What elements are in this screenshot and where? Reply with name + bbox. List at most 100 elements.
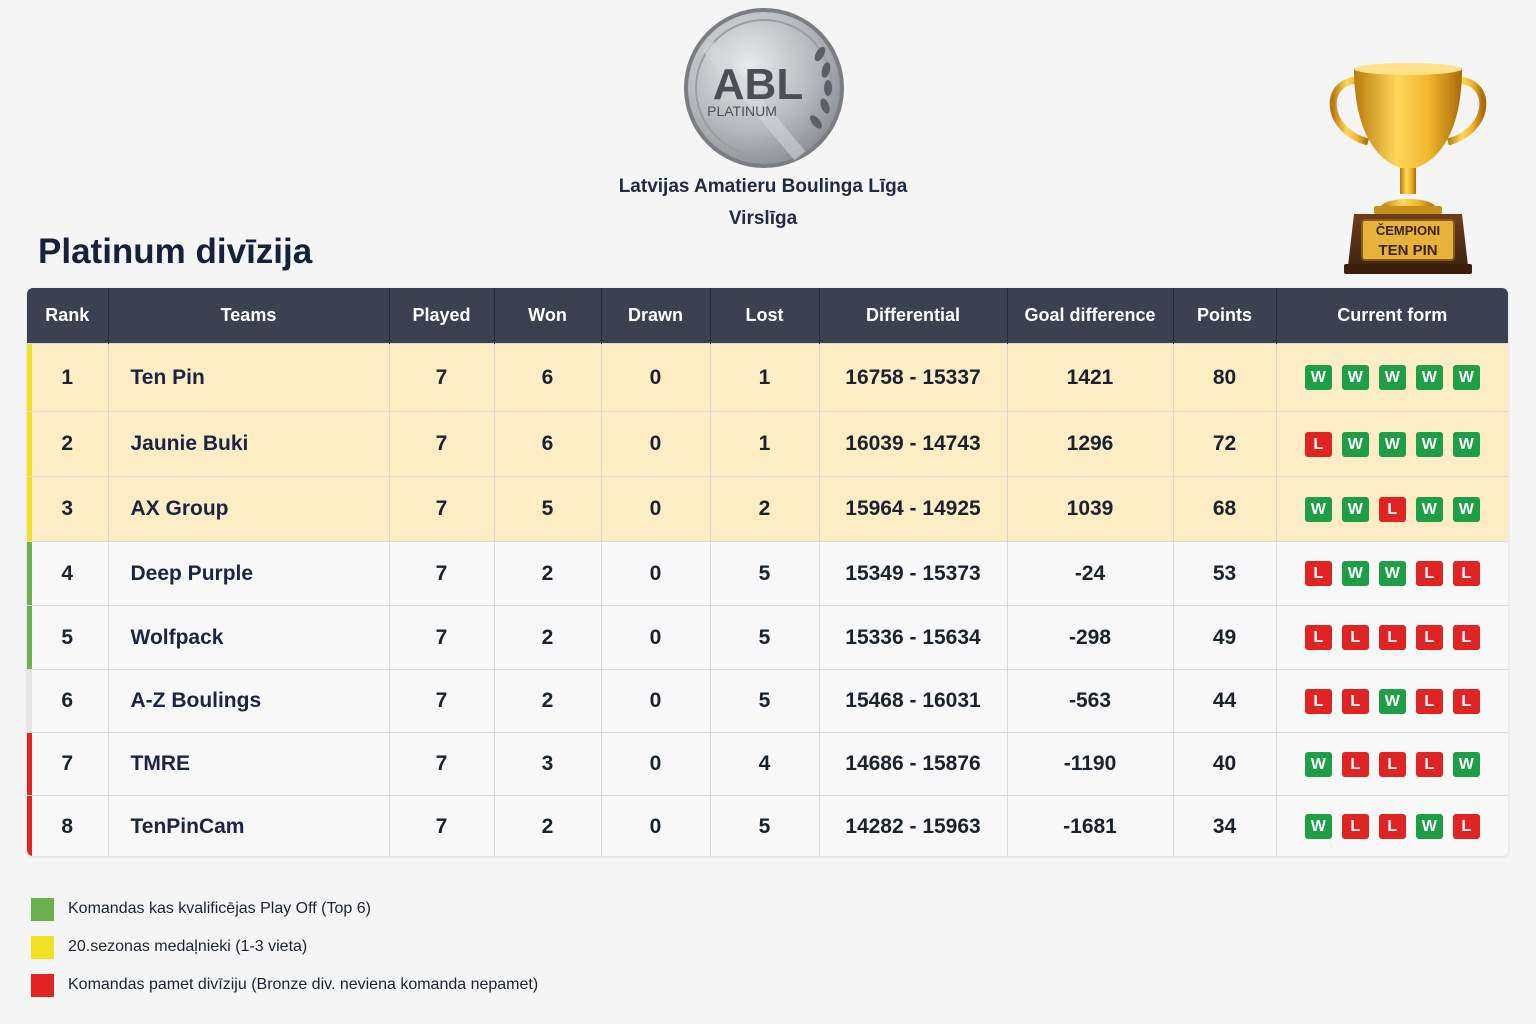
team-played: 7 [388,541,494,606]
team-current-form: LWWLL [1275,541,1508,606]
form-loss-badge: L [1378,751,1406,777]
team-current-form: WWLWW [1275,476,1508,542]
zone-indicator [27,796,32,856]
team-drawn: 0 [600,669,710,733]
rank-value: 7 [61,752,74,775]
form-win-badge: W [1341,496,1369,522]
table-header-row: Rank Teams Played Won Drawn Lost Differe… [27,288,1508,344]
page-title: Platinum divīzija [38,232,313,271]
form-win-badge: W [1452,365,1480,390]
team-lost: 1 [709,343,819,412]
form-loss-badge: L [1415,625,1443,650]
form-win-badge: W [1378,688,1406,714]
zone-indicator [27,606,32,669]
table-row[interactable]: 5 Wolfpack 7 2 0 5 15336 - 15634 -298 49 L L L L L [27,605,1508,670]
table-row[interactable]: 2 Jaunie Buki 7 6 0 1 16039 - 14743 1296 72 L W W W W [27,411,1508,477]
form-loss-badge: L [1415,688,1443,714]
table-row[interactable]: 6 A-Z Boulings 7 2 0 5 15468 - 16031 -563 44 L L W L… [27,669,1508,733]
logo-text: ABL [713,60,803,109]
team-drawn: 0 [600,541,710,606]
team-lost: 2 [709,476,819,542]
col-header-drawn[interactable]: Drawn [600,288,710,344]
table-row[interactable]: 7 TMRE 7 3 0 4 14686 - 15876 -1190 40 W L L L W [27,732,1508,796]
form-win-badge: W [1341,561,1369,586]
team-current-form: WLLLW [1275,732,1508,796]
team-drawn: 0 [600,343,710,412]
team-differential: 14282 - 15963 [818,795,1007,856]
form-win-badge: W [1304,814,1332,840]
team-played: 7 [388,411,494,477]
team-points: 72 [1172,411,1276,477]
col-header-differential[interactable]: Differential [818,288,1007,344]
col-header-rank[interactable]: Rank [27,288,108,344]
legend-swatch [31,897,54,921]
team-current-form: LWWWW [1275,411,1508,477]
form-win-badge: W [1415,814,1443,840]
team-won: 2 [493,669,601,733]
standings-table: Rank Teams Played Won Drawn Lost Differe… [27,288,1508,856]
team-points: 44 [1172,669,1276,733]
zone-indicator [27,412,32,476]
col-header-lost[interactable]: Lost [709,288,819,344]
team-points: 34 [1172,795,1276,856]
team-won: 3 [493,732,601,796]
form-win-badge: W [1304,365,1332,390]
team-differential: 15349 - 15373 [818,541,1007,606]
form-win-badge: W [1378,561,1406,586]
form-loss-badge: L [1415,751,1443,777]
team-points: 68 [1172,476,1276,542]
trophy-text-2: TEN PIN [1378,242,1437,259]
col-header-teams[interactable]: Teams [107,288,389,344]
form-win-badge: W [1415,496,1443,522]
team-won: 2 [493,795,601,856]
zone-indicator [27,542,32,605]
table-row[interactable]: 8 TenPinCam 7 2 0 5 14282 - 15963 -1681 34 W L L W L [27,795,1508,856]
legend-label: Komandas pamet divīziju (Bronze div. nev… [68,976,539,993]
team-name: TenPinCam [107,795,389,856]
form-win-badge: W [1415,431,1443,457]
col-header-played[interactable]: Played [388,288,494,344]
team-differential: 15964 - 14925 [818,476,1007,542]
team-lost: 5 [709,795,819,856]
team-current-form: LLWLL [1275,669,1508,733]
team-drawn: 0 [600,411,710,477]
col-header-current-form[interactable]: Current form [1275,288,1508,344]
col-header-points[interactable]: Points [1172,288,1276,344]
team-name: Jaunie Buki [107,411,389,477]
team-differential: 14686 - 15876 [818,732,1007,796]
team-differential: 16758 - 15337 [818,343,1007,412]
team-lost: 5 [709,605,819,670]
table-row[interactable]: 4 Deep Purple 7 2 0 5 15349 - 15373 -24 53 L W W L L [27,541,1508,606]
form-win-badge: W [1304,751,1332,777]
zone-indicator [27,477,32,541]
form-loss-badge: L [1304,688,1332,714]
form-loss-badge: L [1452,814,1480,840]
team-goal-difference: -563 [1006,669,1173,733]
team-played: 7 [388,343,494,412]
team-differential: 15468 - 16031 [818,669,1007,733]
league-name: Latvijas Amatieru Boulinga Līga [618,176,908,197]
team-name: AX Group [107,476,389,542]
col-header-goal-difference[interactable]: Goal difference [1006,288,1173,344]
form-win-badge: W [1452,751,1480,777]
form-loss-badge: L [1341,688,1369,714]
form-loss-badge: L [1341,814,1369,840]
table-row[interactable]: 3 AX Group 7 5 0 2 15964 - 14925 1039 68 W W L W W [27,476,1508,542]
rank-value: 8 [61,814,74,838]
table-row[interactable]: 1 Ten Pin 7 6 0 1 16758 - 15337 1421 80 W W W W W [27,343,1508,412]
form-loss-badge: L [1304,431,1332,457]
rank-value: 1 [61,365,74,389]
team-current-form: WLLWL [1275,795,1508,856]
form-win-badge: W [1415,365,1443,390]
form-loss-badge: L [1304,561,1332,586]
col-header-won[interactable]: Won [493,288,601,344]
team-rank: 1 [27,343,108,412]
team-rank: 7 [27,732,108,796]
team-goal-difference: 1421 [1006,343,1173,412]
form-win-badge: W [1452,496,1480,522]
form-win-badge: W [1304,496,1332,522]
team-won: 6 [493,411,601,477]
form-loss-badge: L [1341,751,1369,777]
team-name: TMRE [107,732,389,796]
team-rank: 8 [27,795,108,856]
